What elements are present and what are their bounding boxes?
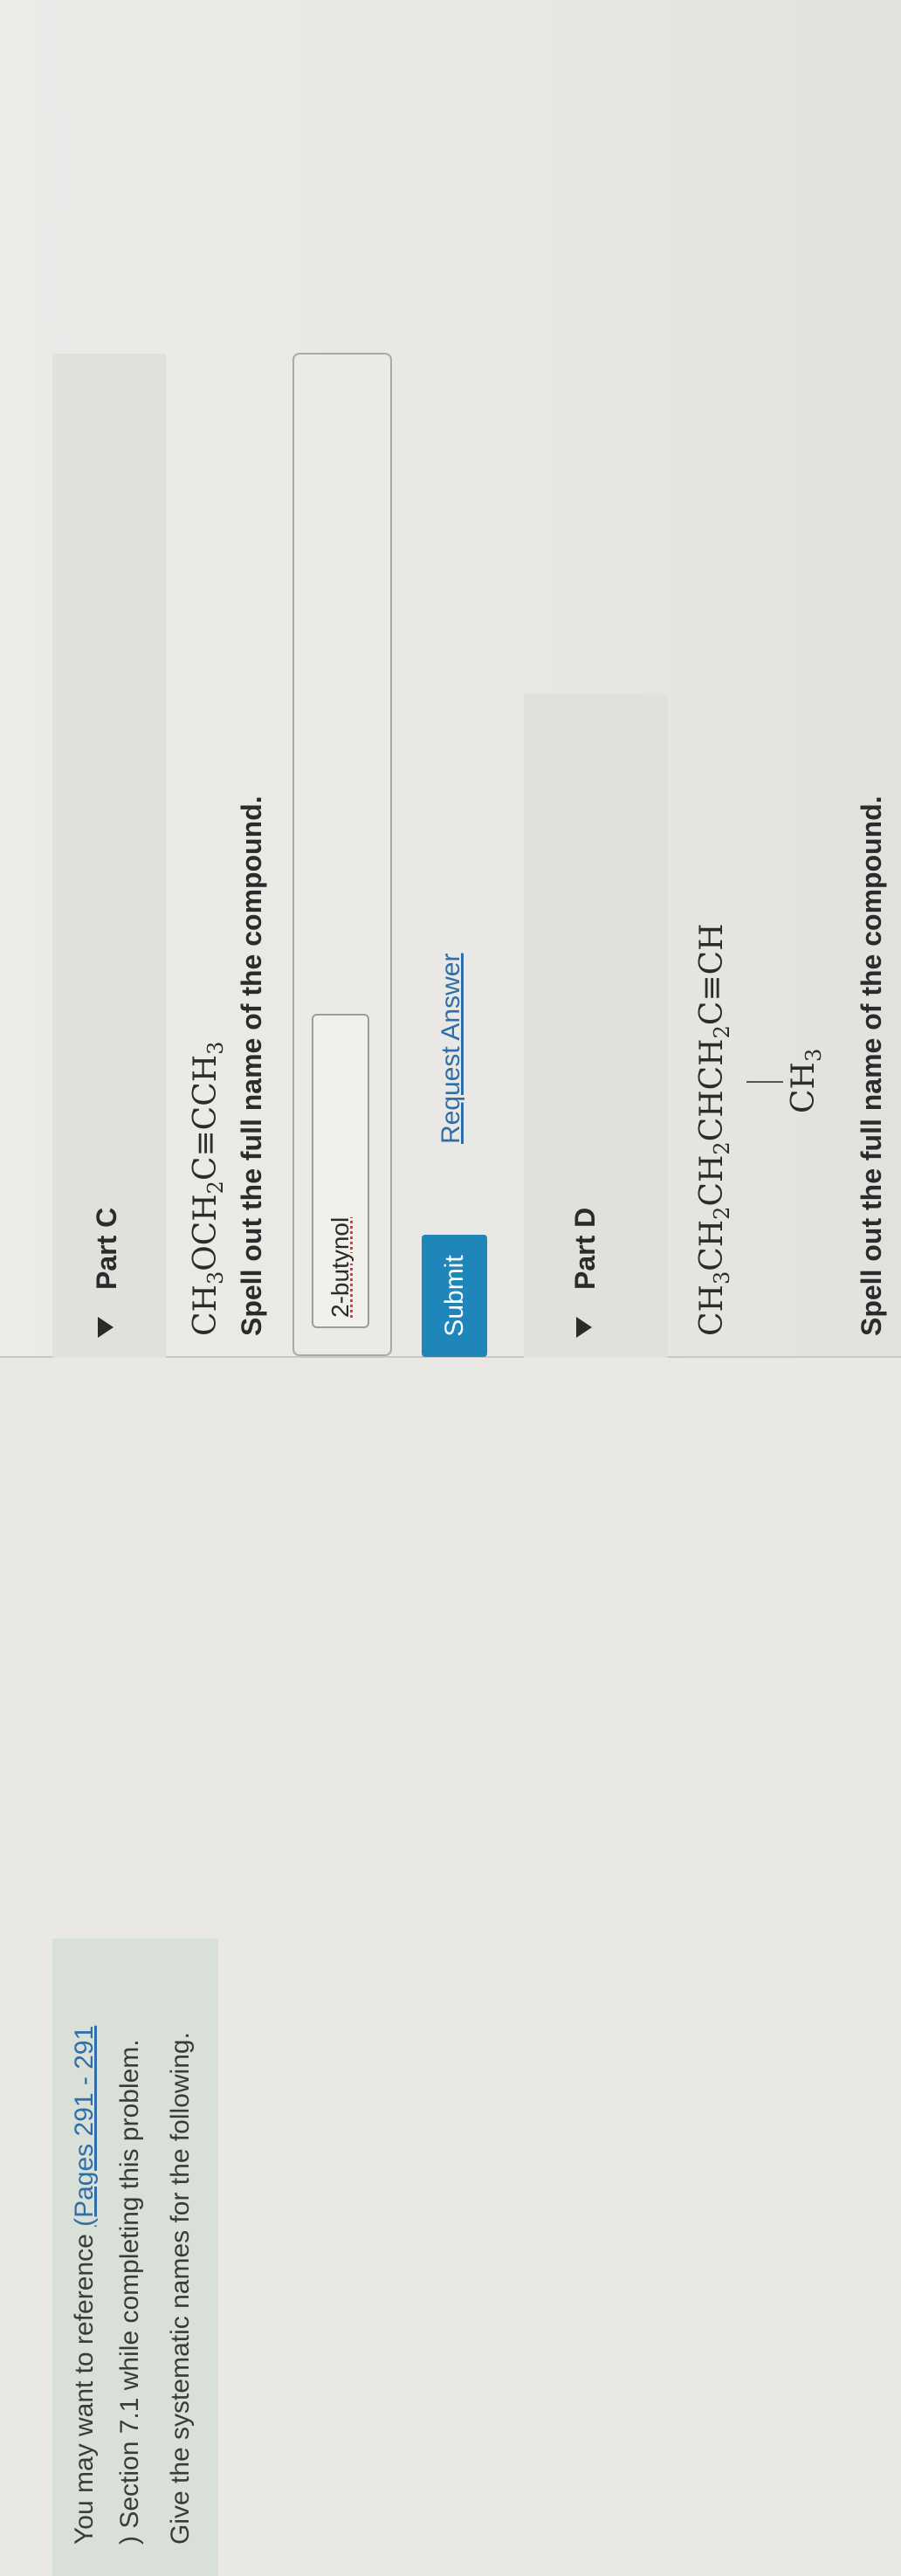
part-d-prompt: Spell out the full name of the compound. [856,796,887,1336]
instruction-text: Give the systematic names for the follow… [166,2032,195,2545]
reference-text: You may want to reference [70,2234,99,2545]
submit-button[interactable]: Submit [422,1235,487,1357]
part-d-title[interactable]: Part D [569,1208,602,1290]
collapse-triangle-icon[interactable] [98,1317,113,1338]
reference-section-text: ) Section 7.1 while completing this prob… [115,2039,144,2545]
main-content: Part C CH3OCH2C≡CCH3 Spell out the full … [0,0,901,1358]
pages-link[interactable]: (Pages 291 - 291 [70,2026,99,2227]
part-c-title[interactable]: Part C [91,1208,123,1290]
request-answer-link[interactable]: Request Answer [437,954,466,1144]
part-c-formula: CH3OCH2C≡CCH3 [188,1041,228,1336]
branch-bond [746,1081,783,1083]
answer-input[interactable]: 2-butynol [312,1014,369,1328]
collapse-triangle-icon[interactable] [576,1317,592,1338]
part-d-formula: CH3CH2CH2CHCH2C≡CH [694,923,734,1336]
part-d-substituent: CH3 [786,1048,826,1113]
page: You may want to reference (Pages 291 - 2… [0,0,901,2576]
part-c-prompt: Spell out the full name of the compound. [236,796,267,1336]
reference-line: You may want to reference (Pages 291 - 2… [70,2026,100,2545]
intro-panel: You may want to reference (Pages 291 - 2… [0,1356,901,2576]
answer-box: 2-butynol [292,353,392,1356]
